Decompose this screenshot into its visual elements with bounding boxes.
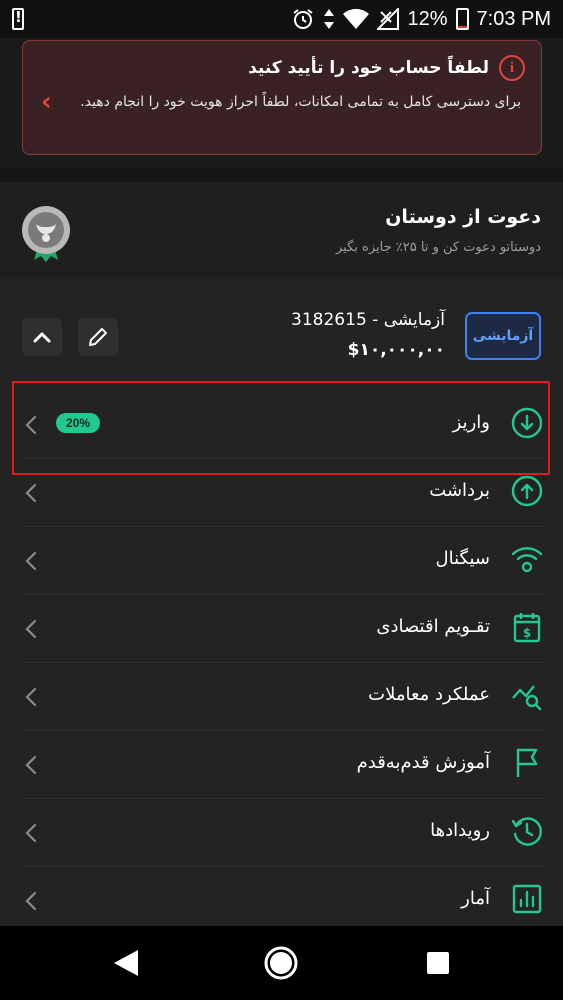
cell-signal-icon — [377, 8, 400, 30]
chevron-left-icon — [25, 823, 37, 843]
menu-item-label: سیگنال — [435, 548, 490, 569]
wifi-icon — [343, 8, 370, 29]
chevron-left-icon — [25, 551, 37, 571]
verify-account-alert[interactable]: i لطفاً حساب خود را تأیید کنید برای دستر… — [22, 40, 542, 155]
withdraw-icon — [511, 475, 543, 507]
chevron-left-icon — [25, 619, 37, 639]
account-balance: $۱۰,۰۰۰,۰۰ — [347, 340, 445, 360]
invite-subtitle: دوستاتو دعوت کن و تا ۲۵٪ جایزه بگیر — [336, 240, 541, 255]
back-triangle-icon — [114, 950, 138, 976]
menu-item-trading-performance[interactable]: عملکرد معاملات — [22, 663, 544, 731]
pencil-icon — [89, 328, 107, 346]
chevron-left-icon — [25, 415, 37, 435]
clock: 7:03 PM — [476, 7, 551, 30]
bonus-badge: 20% — [56, 413, 101, 433]
collapse-account-button[interactable] — [22, 318, 62, 356]
chevron-left-icon — [25, 891, 37, 911]
edit-account-button[interactable] — [78, 318, 118, 356]
home-circle-icon — [264, 946, 298, 980]
battery-percent: 12% — [407, 7, 448, 30]
data-transfer-icon — [324, 9, 335, 29]
menu-item-economic-calendar[interactable]: $ تقـویم اقتصادی — [22, 595, 544, 663]
history-icon — [511, 817, 542, 846]
chevron-left-icon — [25, 483, 37, 503]
menu-item-events[interactable]: رویدادها — [22, 799, 544, 867]
menu-item-deposit[interactable]: واریز 20% — [22, 391, 544, 459]
menu-item-label: برداشت — [429, 480, 490, 501]
home-button[interactable] — [261, 946, 301, 980]
invite-friends-card[interactable]: دعوت از دوستان دوستاتو دعوت کن و تا ۲۵٪ … — [0, 182, 563, 278]
menu-item-statistics[interactable]: آمار — [22, 867, 544, 935]
section-divider — [0, 168, 563, 182]
invite-title: دعوت از دوستان — [385, 206, 541, 228]
stats-icon — [512, 884, 542, 914]
alert-title: لطفاً حساب خود را تأیید کنید — [248, 58, 489, 78]
system-navigation-bar — [0, 926, 563, 1000]
chevron-left-icon[interactable]: ‹ — [41, 87, 52, 117]
medal-icon — [22, 206, 70, 262]
menu-item-tutorial[interactable]: آموزش قدم‌به‌قدم — [22, 731, 544, 799]
alert-body: برای دسترسی کامل به تمامی امکانات، لطفاً… — [80, 94, 521, 110]
menu-item-label: عملکرد معاملات — [368, 684, 490, 705]
calendar-icon: $ — [513, 613, 541, 643]
demo-account-badge: آزمایشی — [465, 312, 541, 360]
recents-button[interactable] — [418, 946, 458, 980]
deposit-icon — [511, 407, 543, 439]
account-name: آزمایشی - 3182615 — [291, 310, 445, 330]
menu-item-signal[interactable]: سیگنال — [22, 527, 544, 595]
menu-item-label: آمار — [461, 888, 490, 909]
battery-alert-icon — [12, 8, 24, 30]
svg-text:$: $ — [523, 626, 531, 640]
recents-square-icon — [427, 952, 449, 974]
chevron-up-icon — [33, 332, 51, 343]
menu-item-label: واریز — [452, 412, 490, 433]
info-icon: i — [499, 55, 525, 81]
flag-icon — [516, 748, 538, 777]
menu-item-label: رویدادها — [430, 820, 490, 841]
chevron-left-icon — [25, 755, 37, 775]
alarm-icon — [293, 9, 314, 29]
battery-icon — [455, 8, 469, 30]
signal-icon — [511, 547, 543, 573]
menu-item-label: آموزش قدم‌به‌قدم — [356, 752, 490, 773]
menu-item-withdraw[interactable]: برداشت — [22, 459, 544, 527]
performance-icon — [512, 685, 542, 711]
status-bar: 12% 7:03 PM — [0, 0, 563, 38]
back-button[interactable] — [106, 946, 146, 980]
chevron-left-icon — [25, 687, 37, 707]
menu-item-label: تقـویم اقتصادی — [376, 616, 490, 637]
